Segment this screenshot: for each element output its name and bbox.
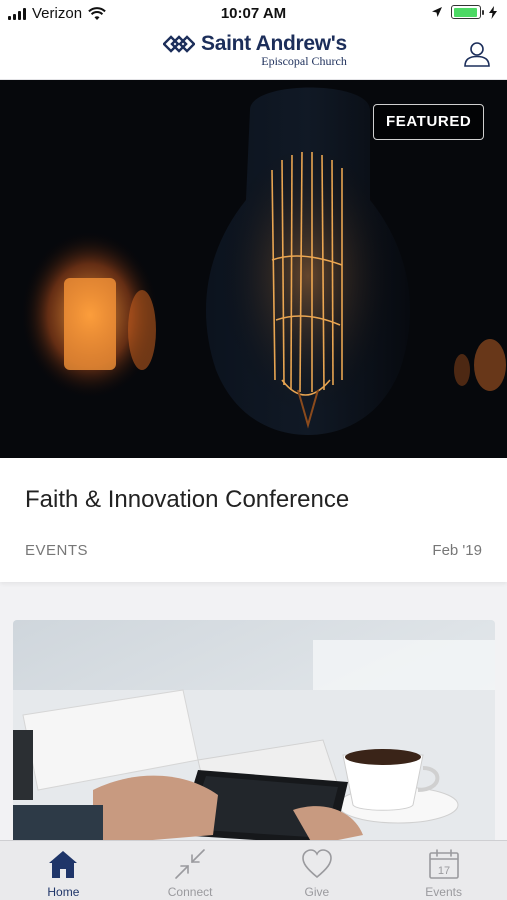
logo-wordmark: Saint Andrew's Episcopal Church bbox=[201, 33, 347, 67]
app-header: Saint Andrew's Episcopal Church bbox=[0, 28, 507, 80]
calendar-day-text: 17 bbox=[438, 865, 450, 877]
tab-bar: Home Connect Give 17 Events bbox=[0, 840, 507, 900]
church-logo[interactable]: Saint Andrew's Episcopal Church bbox=[163, 33, 347, 67]
logo-subtitle: Episcopal Church bbox=[261, 54, 347, 68]
tab-events-label: Events bbox=[425, 885, 462, 899]
location-arrow-icon bbox=[432, 7, 442, 17]
tab-give-label: Give bbox=[304, 885, 330, 899]
celtic-knot-logo-icon bbox=[163, 35, 195, 53]
calendar-icon: 17 bbox=[428, 849, 459, 879]
app-screen: Verizon 10:07 AM Saint Andrew's Episcopa… bbox=[0, 0, 507, 900]
charging-bolt-icon bbox=[489, 5, 497, 19]
status-right bbox=[431, 5, 497, 19]
tab-connect-label: Connect bbox=[167, 885, 213, 899]
connect-icon bbox=[175, 849, 205, 879]
featured-badge: FEATURED bbox=[373, 104, 485, 140]
home-icon bbox=[49, 851, 78, 878]
tab-home-label: Home bbox=[47, 885, 80, 899]
featured-card-info[interactable]: Faith & Innovation Conference EVENTS Feb… bbox=[0, 458, 507, 582]
featured-title[interactable]: Faith & Innovation Conference bbox=[25, 486, 349, 514]
tab-events[interactable]: 17 Events bbox=[380, 841, 507, 900]
tab-give[interactable]: Give bbox=[254, 841, 381, 900]
featured-category: EVENTS bbox=[25, 542, 89, 559]
tablet-coffee-image bbox=[13, 620, 495, 850]
status-bar: Verizon 10:07 AM bbox=[0, 0, 507, 28]
battery-fill bbox=[453, 7, 478, 17]
tab-connect[interactable]: Connect bbox=[127, 841, 254, 900]
profile-icon[interactable] bbox=[463, 40, 491, 68]
featured-hero-image[interactable]: FEATURED bbox=[0, 80, 507, 458]
featured-date: Feb '19 bbox=[432, 542, 482, 559]
heart-icon bbox=[302, 849, 332, 879]
battery-icon bbox=[451, 5, 484, 19]
tab-home[interactable]: Home bbox=[0, 841, 127, 900]
logo-name: Saint Andrew's bbox=[201, 32, 347, 55]
content-card-image[interactable] bbox=[13, 620, 495, 850]
